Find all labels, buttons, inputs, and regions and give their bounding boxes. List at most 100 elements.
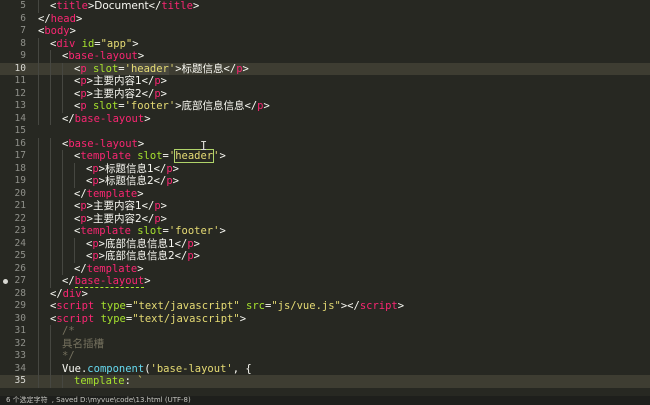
code-line[interactable]: 25 <p>底部信息信息2</p> <box>0 250 650 263</box>
code-token: header <box>174 149 215 163</box>
code-token: : <box>124 375 138 387</box>
code-line[interactable]: 20 </template> <box>0 187 650 201</box>
line-number: 31 <box>14 325 26 336</box>
code-token: slot <box>92 62 119 75</box>
indent-guide <box>50 112 51 125</box>
code-line[interactable]: 29 <script type="text/javascript" src="js… <box>0 300 650 313</box>
indent-guide <box>50 325 51 338</box>
code-text[interactable]: <p slot='footer'>底部信息信息</p> <box>74 100 270 113</box>
code-token: </ <box>153 175 167 187</box>
line-number: 11 <box>14 75 26 86</box>
code-token: component <box>87 362 145 375</box>
code-token: template <box>80 225 131 237</box>
code-token: > <box>160 75 167 87</box>
code-token: div <box>62 287 82 300</box>
code-line[interactable]: 32 具名插槽 <box>0 337 650 351</box>
code-token: > <box>81 287 88 300</box>
code-line[interactable]: 31 /* <box>0 325 650 338</box>
line-number: 17 <box>14 150 26 161</box>
code-text[interactable]: <p>主要内容2</p> <box>74 88 167 101</box>
code-text[interactable]: Vue.component('base-layout', { <box>62 363 252 376</box>
code-line[interactable]: 35 template: ` <box>0 375 650 388</box>
line-number: 5 <box>20 0 26 11</box>
code-token: </ <box>153 162 167 175</box>
code-line[interactable]: 33 */ <box>0 350 650 363</box>
code-token: Vue. <box>62 362 88 375</box>
code-text[interactable]: </base-layout> <box>62 113 151 126</box>
code-text[interactable]: <base-layout> <box>62 50 144 63</box>
code-token: script <box>56 300 95 312</box>
code-text[interactable]: </base-layout> <box>62 275 151 288</box>
indent-guide <box>50 62 51 75</box>
code-text[interactable]: <title>Document</title> <box>50 0 199 13</box>
code-line[interactable]: 14 </base-layout> <box>0 112 650 126</box>
code-line[interactable]: 23 <template slot='footer'> <box>0 225 650 238</box>
code-text[interactable]: /* <box>62 325 75 338</box>
code-line[interactable]: 7 <body> <box>0 25 650 38</box>
indent-guide <box>62 200 63 213</box>
code-line[interactable]: 17 <template slot='header'> <box>0 149 650 163</box>
code-line[interactable]: 10 <p slot='header'>标题信息</p> <box>0 62 650 76</box>
code-token: </ <box>62 112 75 125</box>
code-text[interactable]: <p>主要内容2</p> <box>74 213 167 226</box>
code-line[interactable]: 5 <title>Document</title> <box>0 0 650 13</box>
code-token: type <box>100 300 126 312</box>
code-text[interactable]: */ <box>62 350 75 363</box>
code-line[interactable]: 11 <p>主要内容1</p> <box>0 75 650 88</box>
code-token: > <box>263 100 270 112</box>
code-text[interactable]: <div id="app"> <box>50 38 139 51</box>
indent-guide <box>38 212 39 225</box>
code-token: </ <box>141 212 155 225</box>
code-line[interactable]: 8 <div id="app"> <box>0 37 650 51</box>
code-line[interactable]: 13 <p slot='footer'>底部信息信息</p> <box>0 100 650 113</box>
code-token: id <box>81 37 95 50</box>
code-text[interactable]: <p>底部信息信息2</p> <box>86 250 200 263</box>
code-line[interactable]: 21 <p>主要内容1</p> <box>0 200 650 213</box>
code-text[interactable]: <p>标题信息2</p> <box>86 175 179 188</box>
code-token: 标题信息2 <box>104 175 154 187</box>
code-line[interactable]: 18 <p>标题信息1</p> <box>0 162 650 176</box>
line-number: 25 <box>14 250 26 261</box>
code-text[interactable]: <p>底部信息信息1</p> <box>86 238 200 251</box>
code-token: ></ <box>340 300 360 312</box>
line-number: 12 <box>14 87 26 99</box>
code-line[interactable]: 15 <box>0 125 650 138</box>
code-line[interactable]: 30 <script type="text/javascript"> <box>0 312 650 326</box>
code-line[interactable]: 22 <p>主要内容2</p> <box>0 212 650 226</box>
indent-guide <box>62 225 63 238</box>
code-text[interactable]: <p>主要内容1</p> <box>74 200 167 213</box>
code-text[interactable]: <script type="text/javascript"> <box>50 313 246 326</box>
code-line[interactable]: 12 <p>主要内容2</p> <box>0 87 650 101</box>
code-token: base-layout <box>68 137 138 150</box>
code-editor[interactable]: 5 <title>Document</title> 6 </head> 7 <body> 8… <box>0 0 650 396</box>
indent-guide <box>62 187 63 200</box>
code-text[interactable]: <body> <box>38 25 76 38</box>
code-text[interactable]: <p>主要内容1</p> <box>74 75 167 88</box>
code-line[interactable]: 9 <base-layout> <box>0 50 650 63</box>
code-text[interactable]: template: ` <box>74 375 144 388</box>
code-text[interactable]: <script type="text/javascript" src="js/v… <box>50 300 404 313</box>
code-token: > <box>75 12 83 25</box>
code-line[interactable]: 24 <p>底部信息信息1</p> <box>0 237 650 251</box>
indent-guide <box>38 112 39 125</box>
code-line[interactable]: 19 <p>标题信息2</p> <box>0 175 650 188</box>
code-text[interactable]: <p slot='header'>标题信息</p> <box>74 62 249 76</box>
code-text[interactable]: <base-layout> <box>62 138 144 151</box>
code-line[interactable]: 28 </div> <box>0 287 650 301</box>
code-token: > <box>137 50 145 62</box>
code-text[interactable]: <p>标题信息1</p> <box>86 163 179 176</box>
code-token: > <box>160 87 167 100</box>
code-line[interactable]: 16 <base-layout> <box>0 137 650 151</box>
code-text[interactable]: 具名插槽 <box>62 338 104 351</box>
code-text[interactable]: </template> <box>74 263 144 276</box>
code-token: > <box>242 62 249 75</box>
code-token: /* <box>62 325 75 337</box>
code-text[interactable]: </head> <box>38 13 82 26</box>
code-text[interactable]: </div> <box>50 288 88 301</box>
code-line[interactable]: 26 </template> <box>0 262 650 276</box>
code-text[interactable]: </template> <box>74 188 144 201</box>
code-line[interactable]: 34 Vue.component('base-layout', { <box>0 362 650 376</box>
code-line[interactable]: 6 </head> <box>0 13 650 26</box>
code-text[interactable]: <template slot='footer'> <box>74 225 226 238</box>
code-line[interactable]: 27 </base-layout> <box>0 275 650 288</box>
